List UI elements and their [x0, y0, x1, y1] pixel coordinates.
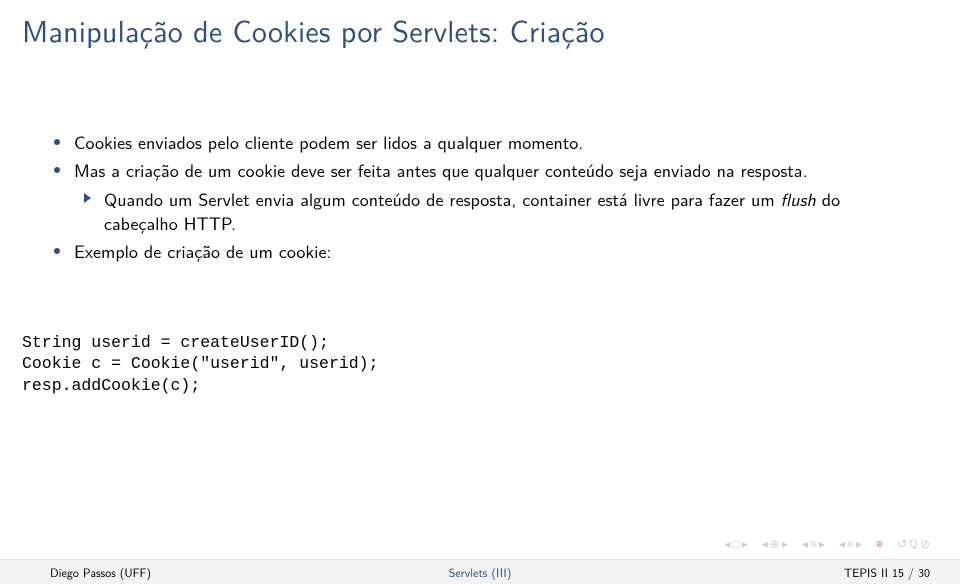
nav-search-icon[interactable]: Q [909, 534, 918, 552]
nav-misc-group[interactable]: ↺ Q ⊘ [897, 534, 930, 552]
bullet-icon [54, 139, 60, 145]
footer-title: Servlets (III) [0, 563, 960, 581]
beamer-nav: ◂ □ ▸ ◂ ⊕ ▸ ◂ ≡ ▸ ◂ ≡ ▸ ≡ ↺ Q ⊘ [724, 534, 930, 552]
bullet-text: Cookies enviados pelo cliente podem ser … [74, 128, 583, 155]
sub-bullet-text-em: flush [781, 185, 816, 212]
bullet-icon [54, 248, 60, 254]
nav-section-icon: ≡ [810, 534, 817, 552]
nav-next-frame-icon[interactable]: ▸ [782, 534, 788, 552]
bullet-item: Exemplo de criação de um cookie: [48, 239, 912, 263]
nav-frame-icon: ⊕ [770, 534, 780, 552]
slide-body: Cookies enviados pelo cliente podem ser … [48, 130, 912, 267]
bullet-item: Mas a criação de um cookie deve ser feit… [48, 158, 912, 182]
nav-slide-group[interactable]: ◂ □ ▸ [724, 534, 747, 552]
nav-slide-icon: □ [732, 534, 739, 552]
nav-subsection-icon: ≡ [847, 534, 854, 552]
code-line: Cookie c = Cookie("userid", userid); [22, 354, 378, 373]
code-snippet: String userid = createUserID(); Cookie c… [22, 332, 378, 396]
code-line: String userid = createUserID(); [22, 333, 329, 352]
slide-footer: Diego Passos (UFF) Servlets (III) TEPIS … [0, 559, 960, 584]
slide-root: Manipulação de Cookies por Servlets: Cri… [0, 0, 960, 584]
nav-prev-slide-icon[interactable]: ◂ [724, 534, 730, 552]
bullet-item: Cookies enviados pelo cliente podem ser … [48, 130, 912, 154]
sub-bullet-text-pre: Quando um Servlet envia algum conteúdo d… [104, 185, 781, 212]
nav-frame-group[interactable]: ◂ ⊕ ▸ [762, 534, 788, 552]
nav-next-subsection-icon[interactable]: ▸ [856, 534, 862, 552]
bullet-text: Exemplo de criação de um cookie: [74, 237, 331, 264]
code-line: resp.addCookie(c); [22, 376, 200, 395]
nav-back-icon[interactable]: ↺ [897, 534, 907, 552]
nav-goto-icon[interactable]: ⊘ [920, 534, 930, 552]
nav-next-slide-icon[interactable]: ▸ [742, 534, 748, 552]
footer-page-number: TEPIS II 15 / 30 [844, 563, 930, 581]
nav-zoom-icon[interactable]: ≡ [876, 534, 883, 552]
nav-prev-subsection-icon[interactable]: ◂ [839, 534, 845, 552]
nav-next-section-icon[interactable]: ▸ [819, 534, 825, 552]
slide-title: Manipulação de Cookies por Servlets: Cri… [22, 8, 605, 52]
bullet-text: Mas a criação de um cookie deve ser feit… [74, 156, 807, 183]
triangle-icon [84, 193, 91, 203]
bullet-icon [54, 167, 60, 173]
nav-prev-frame-icon[interactable]: ◂ [762, 534, 768, 552]
nav-prev-section-icon[interactable]: ◂ [802, 534, 808, 552]
nav-section-group[interactable]: ◂ ≡ ▸ [802, 534, 825, 552]
nav-subsection-group[interactable]: ◂ ≡ ▸ [839, 534, 862, 552]
sub-bullet-item: Quando um Servlet envia algum conteúdo d… [48, 187, 912, 236]
